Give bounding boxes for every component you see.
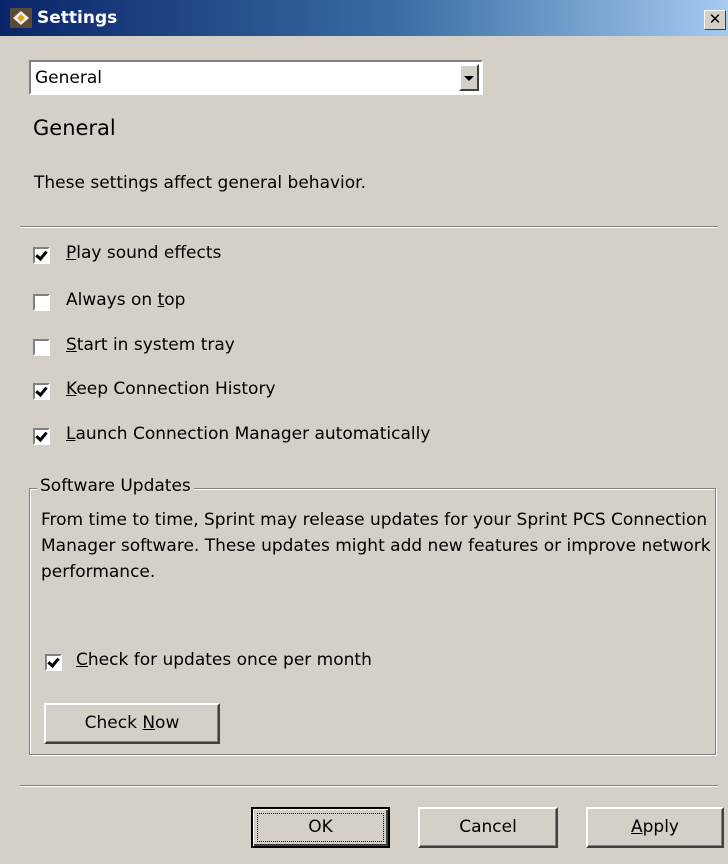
focus-rect — [257, 813, 384, 842]
cancel-label: Cancel — [459, 817, 517, 837]
option-label: Always on top — [66, 290, 186, 310]
option-label: Launch Connection Manager automatically — [66, 424, 431, 444]
page-description: These settings affect general behavior. — [34, 173, 367, 193]
page-heading: General — [33, 116, 116, 140]
window-title: Settings — [37, 8, 118, 28]
close-icon: ✕ — [708, 10, 722, 28]
divider — [20, 785, 718, 787]
option-label: Keep Connection History — [66, 379, 276, 399]
check-now-label: Check Now — [84, 713, 180, 733]
checkbox[interactable] — [33, 383, 50, 400]
cancel-button[interactable]: Cancel — [418, 807, 558, 848]
checkbox[interactable] — [33, 247, 50, 264]
software-updates-legend: Software Updates — [37, 476, 194, 496]
apply-label: Apply — [630, 817, 679, 837]
option-label: Play sound effects — [66, 243, 222, 263]
option-label: Start in system tray — [66, 335, 235, 355]
divider — [20, 226, 718, 228]
check-now-button[interactable]: Check Now — [44, 703, 220, 744]
sprint-app-icon — [10, 8, 32, 28]
chevron-down-icon[interactable] — [459, 64, 479, 91]
checkbox[interactable] — [33, 428, 50, 445]
apply-button[interactable]: Apply — [586, 807, 724, 848]
close-button[interactable]: ✕ — [704, 10, 726, 30]
checkbox[interactable] — [33, 339, 50, 356]
checkbox[interactable] — [33, 294, 50, 311]
checkbox[interactable] — [45, 654, 62, 671]
ok-button[interactable]: OK — [251, 807, 390, 848]
option-label: Check for updates once per month — [76, 650, 372, 670]
category-select[interactable]: General — [29, 60, 483, 95]
category-select-value: General — [35, 68, 102, 88]
title-bar: Settings ✕ — [0, 0, 728, 36]
software-updates-text: From time to time, Sprint may release up… — [41, 510, 711, 582]
